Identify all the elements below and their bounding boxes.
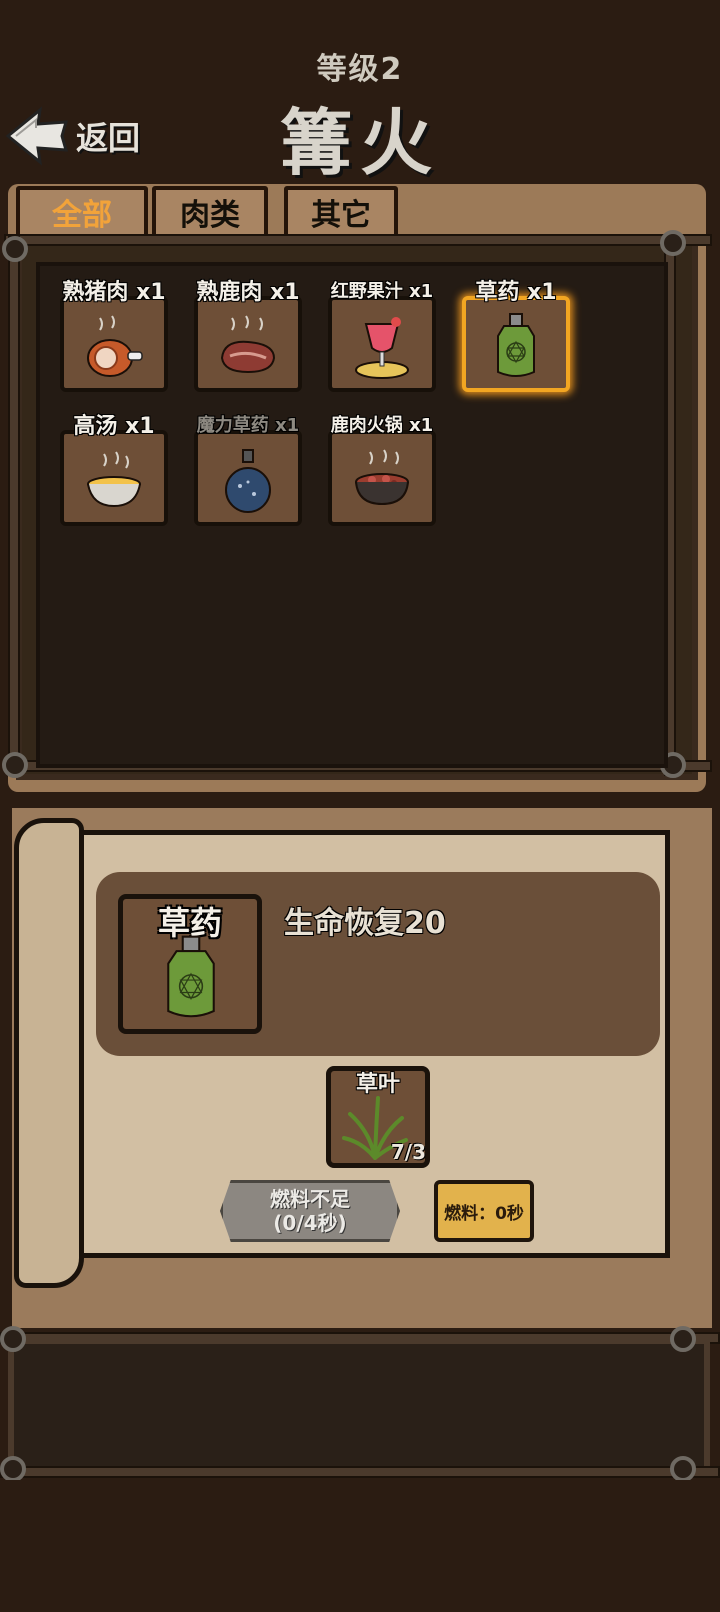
item-label: 魔力草药 x1 <box>196 415 300 436</box>
ingredient-count: 7/3 <box>390 1140 426 1164</box>
scroll-roll <box>14 818 84 1288</box>
herb-potion-icon <box>497 313 535 377</box>
bottom-rail-bottom <box>0 1466 720 1478</box>
soup-bowl-icon <box>87 451 141 508</box>
item-herb-potion[interactable]: 草药 x1 <box>458 276 574 394</box>
tab-all[interactable]: 全部 <box>16 186 148 238</box>
item-cooked-venison[interactable]: 熟鹿肉 x1 <box>190 276 306 394</box>
item-label: 熟鹿肉 x1 <box>196 280 300 305</box>
cook-button-line2: (0/4秒) <box>273 1211 347 1235</box>
frame-post-left <box>8 236 20 776</box>
back-arrow-icon <box>6 106 68 166</box>
item-label: 高汤 x1 <box>73 414 155 439</box>
herb-potion-icon <box>167 935 215 1018</box>
tab-other[interactable]: 其它 <box>284 186 398 238</box>
background-floor <box>0 1480 720 1612</box>
hotpot-icon <box>355 449 409 506</box>
item-label: 红野果汁 x1 <box>330 281 434 302</box>
item-cooked-pork[interactable]: 熟猪肉 x1 <box>56 276 172 394</box>
back-button[interactable]: 返回 <box>6 104 156 168</box>
item-label: 熟猪肉 x1 <box>62 280 166 305</box>
juice-glass-icon <box>355 317 409 379</box>
frame-rail-top <box>4 234 712 246</box>
item-label: 草药 x1 <box>475 280 557 305</box>
item-mana-herb-potion[interactable]: 魔力草药 x1 <box>190 410 306 528</box>
steak-icon <box>220 315 276 374</box>
bottom-board <box>8 1338 710 1478</box>
roast-ham-icon <box>87 315 143 377</box>
level-label: 等级2 <box>316 52 404 87</box>
rope-knot-icon <box>2 236 28 262</box>
rope-knot-icon <box>2 752 28 778</box>
cook-button-line1: 燃料不足 <box>270 1187 350 1211</box>
item-label: 鹿肉火锅 x1 <box>330 415 434 436</box>
rope-knot-icon <box>670 1326 696 1352</box>
fuel-button[interactable]: 燃料：0秒 <box>434 1180 534 1242</box>
item-broth[interactable]: 高汤 x1 <box>56 410 172 528</box>
rope-knot-icon <box>0 1456 26 1482</box>
back-label: 返回 <box>76 119 141 157</box>
cook-button[interactable]: 燃料不足 (0/4秒) <box>220 1180 400 1242</box>
rope-knot-icon <box>660 230 686 256</box>
item-red-berry-juice[interactable]: 红野果汁 x1 <box>324 276 440 394</box>
effect-text: 生命恢复20 <box>284 906 446 941</box>
item-venison-hotpot[interactable]: 鹿肉火锅 x1 <box>324 410 440 528</box>
mana-potion-icon <box>225 449 271 513</box>
rope-knot-icon <box>670 1456 696 1482</box>
tab-meat[interactable]: 肉类 <box>152 186 268 238</box>
rope-knot-icon <box>0 1326 26 1352</box>
